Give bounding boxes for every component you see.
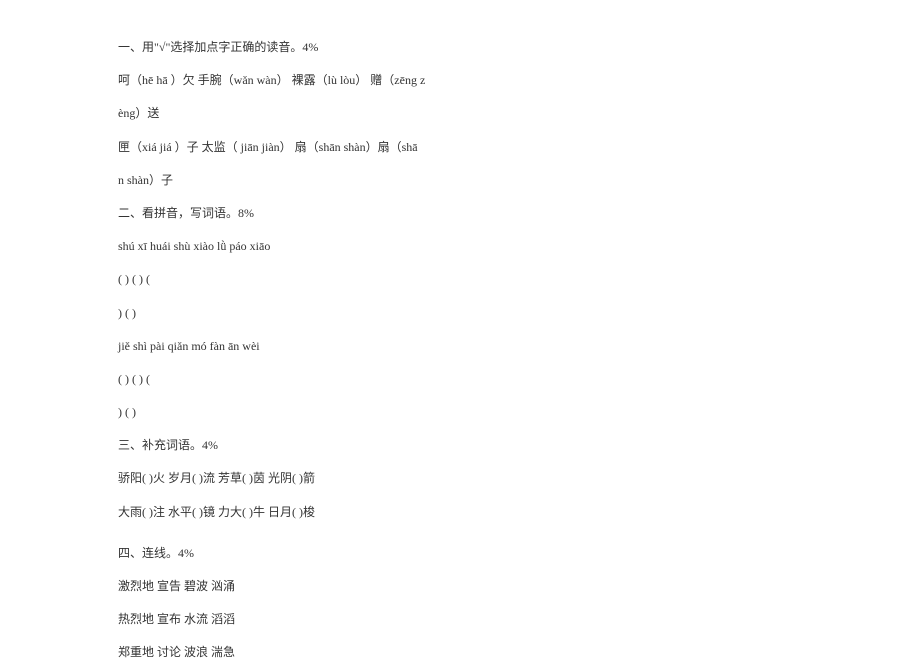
section-4-title: 四、连线。4% — [118, 544, 802, 563]
q3-line1: 骄阳( )火 岁月( )流 芳草( )茵 光阴( )箭 — [118, 469, 802, 488]
q4-line3: 郑重地 讨论 波浪 湍急 — [118, 643, 802, 662]
q1-line1: 呵（hē hā ）欠 手腕（wǎn wàn） 裸露（lù lòu） 赠（zēng… — [118, 71, 802, 90]
q2-blanks1a: ( ) ( ) ( — [118, 270, 802, 289]
section-3-title: 三、补充词语。4% — [118, 436, 802, 455]
q2-pinyin2: jiě shì pài qiǎn mó fàn ān wèi — [118, 337, 802, 356]
section-1-title: 一、用"√"选择加点字正确的读音。4% — [118, 38, 802, 57]
q2-blanks2b: ) ( ) — [118, 403, 802, 422]
q1-line2: 匣（xiá jiá ）子 太监（ jiān jiàn） 扇（shān shàn）… — [118, 138, 802, 157]
section-2-title: 二、看拼音，写词语。8% — [118, 204, 802, 223]
q3-line2: 大雨( )注 水平( )镜 力大( )牛 日月( )梭 — [118, 503, 802, 522]
q2-blanks2a: ( ) ( ) ( — [118, 370, 802, 389]
q2-blanks1b: ) ( ) — [118, 304, 802, 323]
q4-line1: 激烈地 宣告 碧波 汹涌 — [118, 577, 802, 596]
q4-line2: 热烈地 宣布 水流 滔滔 — [118, 610, 802, 629]
q1-line1b: èng）送 — [118, 104, 802, 123]
q1-line2b: n shàn）子 — [118, 171, 802, 190]
q2-pinyin1: shú xī huái shù xiào lǜ páo xiāo — [118, 237, 802, 256]
